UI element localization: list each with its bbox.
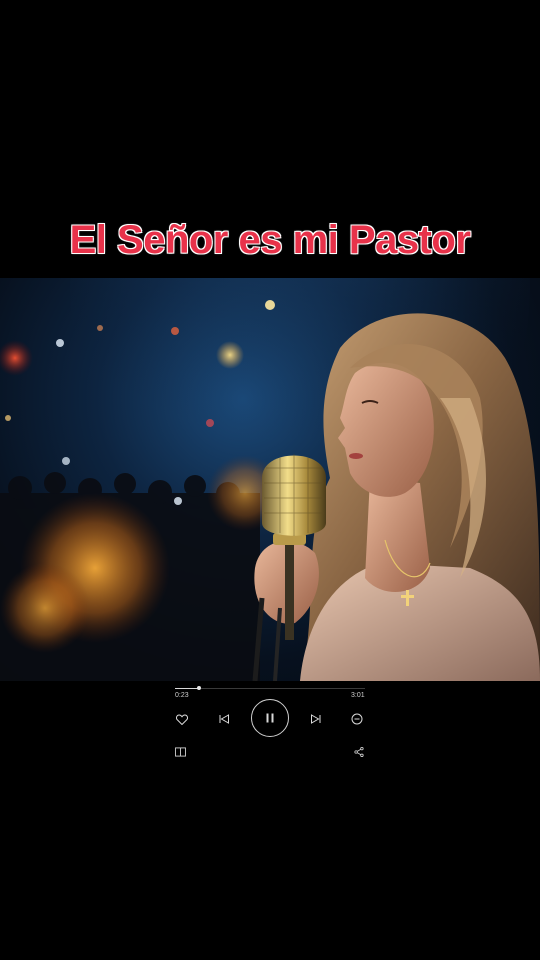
minus-circle-icon bbox=[351, 713, 363, 725]
next-button[interactable] bbox=[308, 711, 324, 727]
progress-knob[interactable] bbox=[197, 686, 202, 690]
heart-icon bbox=[176, 713, 188, 725]
singer-illustration bbox=[0, 278, 540, 681]
share-icon bbox=[354, 747, 364, 757]
pause-button[interactable] bbox=[251, 699, 289, 737]
duration-time: 3:01 bbox=[351, 692, 365, 699]
video-title: El Señor es mi Pastor bbox=[69, 217, 472, 263]
pause-icon bbox=[266, 713, 274, 723]
playlist-button[interactable] bbox=[173, 745, 187, 759]
previous-icon bbox=[219, 714, 229, 724]
playlist-icon bbox=[174, 747, 186, 757]
progress-fill bbox=[175, 688, 200, 689]
elapsed-time: 0:23 bbox=[175, 692, 189, 699]
like-button[interactable] bbox=[174, 711, 190, 727]
share-button[interactable] bbox=[352, 745, 366, 759]
previous-button[interactable] bbox=[216, 711, 232, 727]
next-icon bbox=[311, 714, 321, 724]
progress-bar[interactable] bbox=[175, 686, 365, 690]
not-interested-button[interactable] bbox=[349, 711, 365, 727]
singer-image bbox=[0, 278, 540, 681]
